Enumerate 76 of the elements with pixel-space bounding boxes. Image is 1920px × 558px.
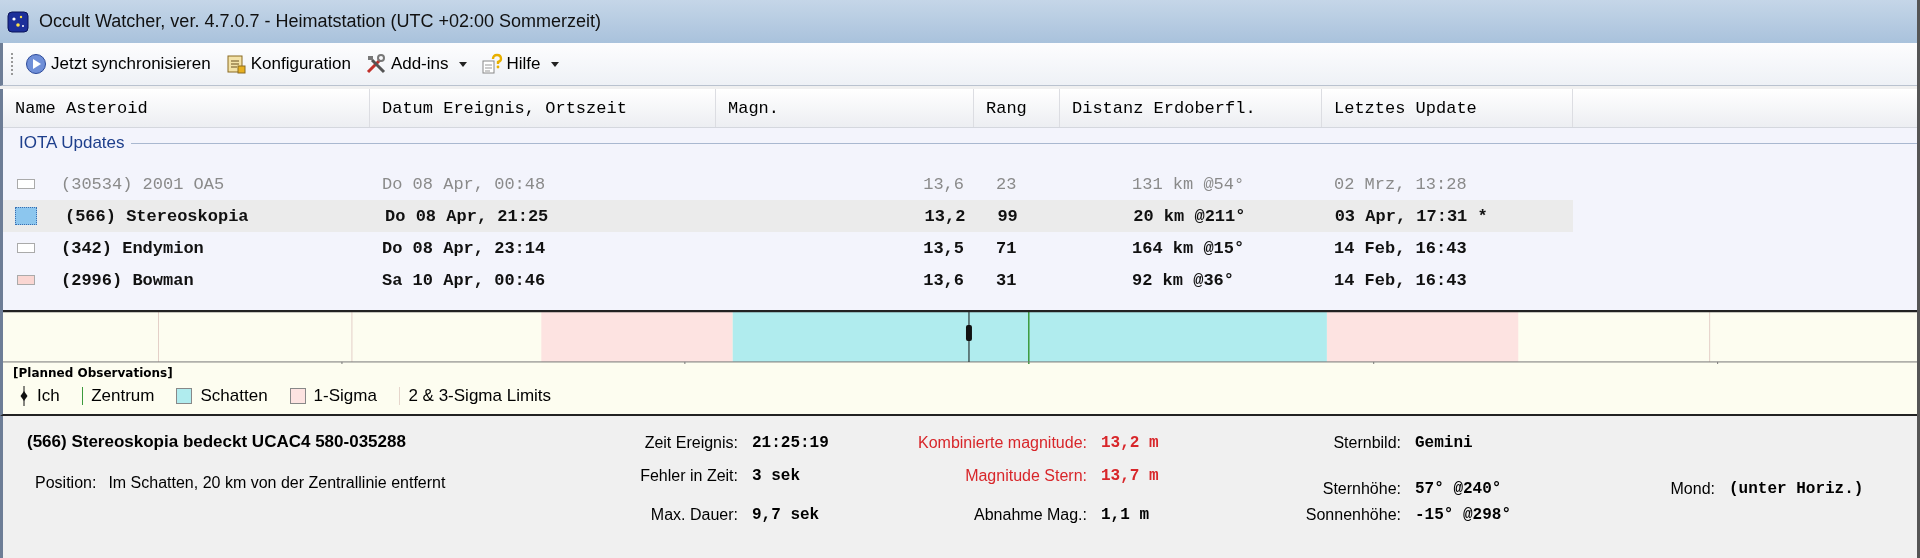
table-cell-text: (566) Stereoskopia xyxy=(63,206,250,226)
toolbar-button[interactable]: Add-ins xyxy=(360,51,471,77)
observer-marker-icon xyxy=(19,386,29,406)
table-cell-text: 23 xyxy=(995,174,1018,194)
field-label: Sternbild: xyxy=(1332,434,1401,452)
table-cell-text: Do 08 Apr, 21:25 xyxy=(384,206,550,226)
toolbar-button[interactable]: Jetzt synchronisieren xyxy=(21,51,215,77)
tools-icon xyxy=(364,53,387,75)
table-cell-text: 14 Feb, 16:43 xyxy=(1333,270,1468,290)
toolbar-button[interactable]: Konfiguration xyxy=(220,51,355,77)
field-value: 13,2 m xyxy=(1100,434,1160,452)
legend-label: 2 & 3-Sigma Limits xyxy=(408,386,552,406)
column-header[interactable]: Distanz Erdoberfl. xyxy=(1060,89,1322,127)
strip-heading: [Planned Observations] xyxy=(12,366,174,380)
window-title: Occult Watcher, ver. 4.7.0.7 - Heimatstation (UTC +02:00 Sommerzeit) xyxy=(39,11,602,32)
table-cell-text: 03 Apr, 17:31 * xyxy=(1333,206,1489,226)
field-label: Position: xyxy=(35,474,97,492)
field-label: Sonnenhöhe: xyxy=(1304,506,1401,524)
table-cell-text: Do 08 Apr, 23:14 xyxy=(381,238,547,258)
play-circle-icon xyxy=(25,53,47,75)
column-header[interactable]: Rang xyxy=(974,89,1060,127)
help-icon xyxy=(480,53,503,75)
table-cell-text: 14 Feb, 16:43 xyxy=(1333,238,1468,258)
toolbar-button[interactable]: Hilfe xyxy=(476,51,563,77)
table-cell-text: (30534) 2001 OA5 xyxy=(60,174,226,194)
table-cell-text: 13,5 xyxy=(922,238,965,258)
table-row[interactable]: (2996) Bowman Sa 10 Apr, 00:46 13,6 31 92 km @36° 14 Feb, 16:43 xyxy=(3,264,1573,296)
field-label: Kombinierte magnitude: xyxy=(917,434,1087,452)
field-label: Zeit Ereignis: xyxy=(643,434,738,452)
table-cell-text: 164 km @15° xyxy=(1131,238,1246,258)
field-label: Abnahme Mag.: xyxy=(973,506,1087,524)
table-cell-text: 13,6 xyxy=(922,174,965,194)
field-label: Magnitude Stern: xyxy=(964,467,1087,485)
caret-icon xyxy=(550,61,559,67)
table-cell-text: 13,6 xyxy=(922,270,965,290)
table-cell-text: 131 km @54° xyxy=(1131,174,1246,194)
event-title: (566) Stereoskopia bedeckt UCAC4 580-035288 xyxy=(27,432,407,452)
legend-label: 1-Sigma xyxy=(313,386,377,406)
column-header[interactable]: Datum Ereignis, Ortszeit xyxy=(370,89,716,127)
group-label: IOTA Updates xyxy=(19,133,125,153)
field-label: Sternhöhe: xyxy=(1321,480,1401,498)
field-value: 9,7 sek xyxy=(751,506,821,524)
field-value: 57° @240° xyxy=(1414,480,1503,498)
table-cell-text: (342) Endymion xyxy=(60,238,205,258)
caret-icon xyxy=(458,61,467,67)
field-value: Gemini xyxy=(1414,434,1474,452)
field-value: (unter Horiz.) xyxy=(1728,480,1865,498)
field-value: -15° @298° xyxy=(1414,506,1512,524)
field-label: Mond: xyxy=(1669,480,1715,498)
column-header[interactable]: Name Asteroid xyxy=(3,89,370,127)
table-cell-text: 20 km @211° xyxy=(1132,206,1247,226)
table-cell-text: 13,2 xyxy=(923,206,967,226)
column-header[interactable]: Magn. xyxy=(716,89,974,127)
field-value: 1,1 m xyxy=(1100,506,1150,524)
field-value: 21:25:19 xyxy=(751,434,830,452)
table-cell-text: 02 Mrz, 13:28 xyxy=(1333,174,1468,194)
table-row[interactable]: (342) Endymion Do 08 Apr, 23:14 13,5 71 164 km @15° 14 Feb, 16:43 xyxy=(3,232,1573,264)
table-cell-text: 71 xyxy=(995,238,1018,258)
table-cell-text: Do 08 Apr, 00:48 xyxy=(381,174,547,194)
table-cell-text: 92 km @36° xyxy=(1131,270,1236,290)
document-icon xyxy=(224,53,247,75)
field-label: Max. Dauer: xyxy=(649,506,738,524)
table-cell-text: (2996) Bowman xyxy=(60,270,195,290)
table-row[interactable]: (566) Stereoskopia Do 08 Apr, 21:25 13,2 99 20 km @211° 03 Apr, 17:31 * xyxy=(3,200,1573,232)
legend-label: Ich xyxy=(37,386,60,406)
field-label: Fehler in Zeit: xyxy=(639,467,738,485)
field-value: 3 sek xyxy=(751,467,801,485)
field-value: Im Schatten, 20 km von der Zentrallinie entfernt xyxy=(108,474,446,492)
app-icon xyxy=(7,10,29,33)
legend-label: Zentrum xyxy=(91,386,155,406)
legend-label: Schatten xyxy=(200,386,268,406)
table-cell-text: Sa 10 Apr, 00:46 xyxy=(381,270,547,290)
table-cell-text: 31 xyxy=(995,270,1018,290)
column-header[interactable]: Letztes Update xyxy=(1322,89,1573,127)
field-value: 13,7 m xyxy=(1100,467,1160,485)
table-cell-text: 99 xyxy=(996,206,1019,226)
